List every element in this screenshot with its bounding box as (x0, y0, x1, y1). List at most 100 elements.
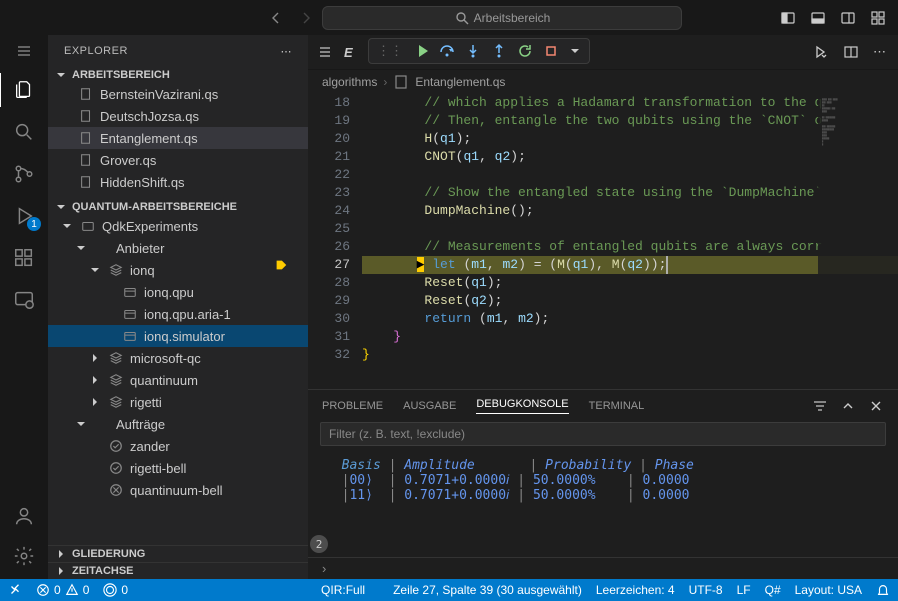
target-icon (122, 329, 138, 343)
provider-collapsed[interactable]: rigetti (48, 391, 308, 413)
search-activity-icon[interactable] (13, 121, 35, 143)
stop-icon[interactable] (543, 43, 559, 59)
file-item[interactable]: Entanglement.qs (48, 127, 308, 149)
status-encoding[interactable]: UTF-8 (689, 583, 723, 597)
menu-icon[interactable] (16, 43, 32, 59)
status-bar: 0 0 0 QIR:Full Zeile 27, Spalte 39 (30 a… (0, 579, 898, 601)
repeat-count-badge: 2 (310, 535, 328, 553)
qs-file-icon (78, 131, 94, 145)
section-collapsed[interactable]: GLIEDERUNG (48, 545, 308, 562)
search-icon (454, 10, 470, 26)
job-item[interactable]: rigetti-bell (48, 457, 308, 479)
step-out-icon[interactable] (491, 43, 507, 59)
status-qir[interactable]: QIR:Full (321, 583, 365, 597)
panel-filter-icon[interactable] (812, 398, 828, 414)
target-icon (122, 285, 138, 299)
ok-icon (108, 461, 124, 475)
customize-layout-icon[interactable] (870, 10, 886, 26)
bottom-panel: PROBLEME AUSGABE DEBUGKONSOLE TERMINAL Filt… (308, 389, 898, 579)
layout-panel-icon[interactable] (810, 10, 826, 26)
qs-file-icon (78, 175, 94, 189)
panel-tab[interactable]: DEBUGKONSOLE (476, 398, 568, 414)
file-item[interactable]: BernsteinVazirani.qs (48, 83, 308, 105)
restart-icon[interactable] (517, 43, 533, 59)
breadcrumb-segment[interactable]: Entanglement.qs (415, 75, 505, 89)
panel-maximize-icon[interactable] (840, 398, 856, 414)
layout-primary-icon[interactable] (780, 10, 796, 26)
status-problems[interactable]: 0 0 (36, 583, 89, 597)
stack-icon (108, 395, 124, 409)
debug-activity-icon[interactable]: 1 (13, 205, 35, 227)
settings-gear-icon[interactable] (13, 545, 35, 567)
extensions-icon[interactable] (13, 247, 35, 269)
debug-console-output[interactable]: Basis | Amplitude | Probability | Phase … (308, 452, 898, 557)
target-item[interactable]: ionq.simulator (48, 325, 308, 347)
quantum-section[interactable]: QUANTUM-ARBEITSBEREICHE (48, 199, 308, 215)
editor-more-icon[interactable]: ⋯ (873, 44, 886, 60)
debug-filter-input[interactable]: Filter (z. B. text, !exclude) (320, 422, 886, 446)
file-item[interactable]: DeutschJozsa.qs (48, 105, 308, 127)
workspace-section[interactable]: ARBEITSBEREICH (48, 67, 308, 83)
stack-icon (108, 373, 124, 387)
provider-collapsed[interactable]: microsoft-qc (48, 347, 308, 369)
target-item[interactable]: ionq.qpu.aria-1 (48, 303, 308, 325)
minimap[interactable]: ████ ███ ███████ █████████████ █████████… (818, 94, 898, 389)
debug-toolbar: ⋮⋮ (368, 38, 590, 64)
status-ports[interactable]: 0 (103, 583, 128, 597)
section-collapsed[interactable]: ZEITACHSE (48, 562, 308, 579)
status-cursor[interactable]: Zeile 27, Spalte 39 (30 ausgewählt) (393, 583, 582, 597)
breadcrumb-segment[interactable]: algorithms (322, 75, 377, 89)
sidebar: EXPLORER ⋯ ARBEITSBEREICH BernsteinVazir… (48, 35, 308, 579)
editor-area: E ⋮⋮ ⋯ algorithms › Entanglement. (308, 35, 898, 579)
job-item[interactable]: quantinuum-bell (48, 479, 308, 501)
ok-icon (108, 439, 124, 453)
panel-tab[interactable]: AUSGABE (403, 400, 456, 412)
status-layout[interactable]: Layout: USA (795, 583, 862, 597)
status-remote[interactable] (8, 583, 22, 597)
status-bell-icon[interactable] (876, 583, 890, 597)
stack-icon (108, 351, 124, 365)
step-into-icon[interactable] (465, 43, 481, 59)
source-control-icon[interactable] (13, 163, 35, 185)
activity-bar: 1 (0, 35, 48, 579)
anbieter-node[interactable]: Anbieter (48, 237, 308, 259)
provider-ionq[interactable]: ionq (48, 259, 308, 281)
target-item[interactable]: ionq.qpu (48, 281, 308, 303)
command-center[interactable]: Arbeitsbereich (322, 6, 682, 30)
sidebar-more-icon[interactable]: ⋯ (281, 45, 293, 58)
nav-back-icon[interactable] (268, 10, 284, 26)
layout-secondary-icon[interactable] (840, 10, 856, 26)
execution-pointer-icon (272, 256, 290, 274)
job-item[interactable]: zander (48, 435, 308, 457)
explorer-icon[interactable] (13, 79, 35, 101)
split-editor-icon[interactable] (843, 44, 859, 60)
auftraege-node[interactable]: Aufträge (48, 413, 308, 435)
breadcrumb[interactable]: algorithms › Entanglement.qs (308, 70, 898, 94)
tab-icon[interactable] (318, 44, 334, 60)
debug-console-input[interactable]: › (308, 557, 898, 579)
panel-tab[interactable]: PROBLEME (322, 400, 383, 412)
stack-icon (108, 263, 124, 277)
panel-close-icon[interactable] (868, 398, 884, 414)
run-dropdown-icon[interactable] (813, 44, 829, 60)
account-icon[interactable] (13, 505, 35, 527)
continue-icon[interactable] (413, 43, 429, 59)
editor-tab[interactable]: E (344, 45, 353, 60)
code-editor[interactable]: 181920212223242526272829303132 // which … (308, 94, 898, 389)
status-indent[interactable]: Leerzeichen: 4 (596, 583, 675, 597)
file-item[interactable]: HiddenShift.qs (48, 171, 308, 193)
remote-icon[interactable] (13, 289, 35, 311)
debug-dropdown-icon[interactable] (569, 45, 581, 57)
workspace-root[interactable]: QdkExperiments (48, 215, 308, 237)
target-icon (122, 307, 138, 321)
debug-grip-icon[interactable]: ⋮⋮ (377, 43, 403, 59)
panel-tab[interactable]: TERMINAL (589, 400, 645, 412)
nav-forward-icon[interactable] (298, 10, 314, 26)
step-over-icon[interactable] (439, 43, 455, 59)
search-placeholder: Arbeitsbereich (474, 11, 551, 25)
provider-collapsed[interactable]: quantinuum (48, 369, 308, 391)
status-language[interactable]: Q# (765, 583, 781, 597)
file-item[interactable]: Grover.qs (48, 149, 308, 171)
qs-file-icon (393, 74, 409, 90)
status-eol[interactable]: LF (737, 583, 751, 597)
